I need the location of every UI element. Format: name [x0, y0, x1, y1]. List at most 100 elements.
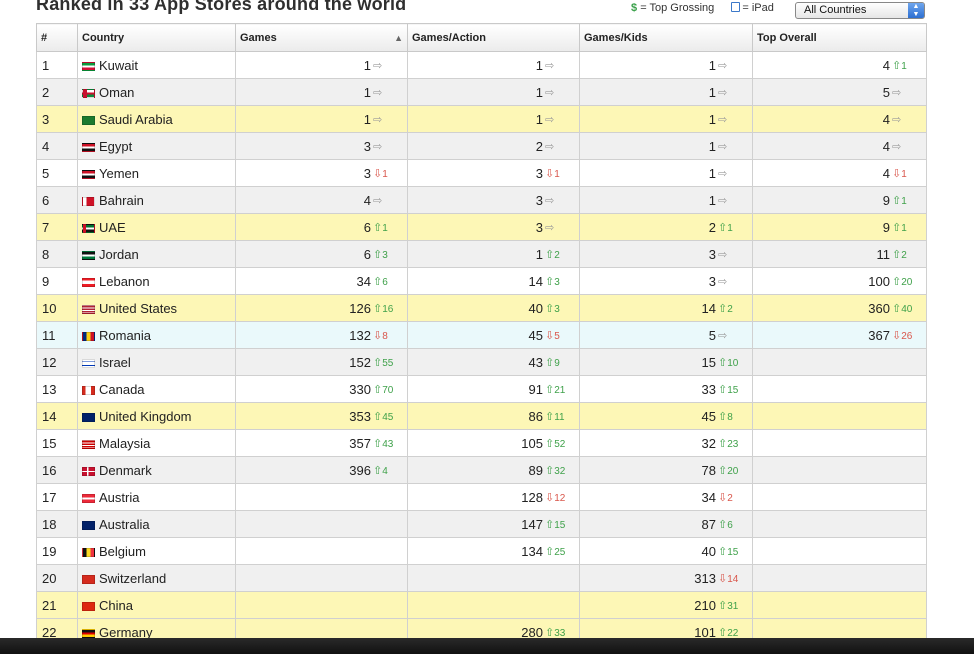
table-row[interactable]: 7 UAE 6 ⇧1 3 ⇨ 2 ⇧1 9 ⇧1 — [36, 213, 927, 241]
column-header-games[interactable]: Games ▲ — [235, 23, 408, 52]
table-row[interactable]: 11 Romania 132 ⇩8 45 ⇩5 5 ⇨ 367 ⇩26 — [36, 321, 927, 349]
table-row[interactable]: 10 United States 126 ⇧16 40 ⇧3 14 ⇧2 360 ⇧40 — [36, 294, 927, 322]
table-row[interactable]: 20 Switzerland 313 ⇩14 — [36, 564, 927, 592]
country-name[interactable]: China — [99, 598, 133, 613]
table-row[interactable]: 14 United Kingdom 353 ⇧45 86 ⇧11 45 ⇧8 — [36, 402, 927, 430]
arrow-down-icon: ⇩ — [892, 167, 902, 180]
games-cell: 3 ⇨ — [235, 132, 408, 160]
table-row[interactable]: 1 Kuwait 1 ⇨ 1 ⇨ 1 ⇨ 4 ⇧1 — [36, 51, 927, 79]
flag-ca-icon — [82, 385, 95, 395]
country-select[interactable]: All Countries ▲ ▼ — [795, 2, 925, 19]
country-name[interactable]: Lebanon — [99, 274, 150, 289]
table-row[interactable]: 17 Austria 128 ⇩12 34 ⇩2 — [36, 483, 927, 511]
country-name[interactable]: Belgium — [99, 544, 146, 559]
games-action-rank-value: 1 — [535, 246, 543, 262]
country-cell: Austria — [77, 483, 236, 511]
games-action-cell: 134 ⇧25 — [407, 537, 580, 565]
column-header-rank[interactable]: # — [36, 23, 78, 52]
rank-change-value: 55 — [382, 357, 394, 369]
rank-change: ⇨ — [892, 140, 920, 153]
games-kids-cell: 210 ⇧31 — [579, 591, 753, 619]
table-row[interactable]: 5 Yemen 3 ⇩1 3 ⇩1 1 ⇨ 4 ⇩1 — [36, 159, 927, 187]
rank-change: ⇨ — [718, 329, 746, 342]
arrow-right-icon: ⇨ — [718, 248, 728, 261]
games-action-rank-value: 105 — [521, 435, 543, 451]
table-row[interactable]: 18 Australia 147 ⇧15 87 ⇧6 — [36, 510, 927, 538]
country-name[interactable]: Oman — [99, 85, 134, 100]
games-action-rank-value: 14 — [528, 273, 543, 289]
rank-change-value: 20 — [901, 276, 913, 288]
row-number: 9 — [36, 267, 78, 295]
rank-change: ⇨ — [545, 86, 573, 99]
country-name[interactable]: Switzerland — [99, 571, 166, 586]
table-row[interactable]: 16 Denmark 396 ⇧4 89 ⇧32 78 ⇧20 — [36, 456, 927, 484]
table-row[interactable]: 9 Lebanon 34 ⇧6 14 ⇧3 3 ⇨ 100 ⇧20 — [36, 267, 927, 295]
table-row[interactable]: 19 Belgium 134 ⇧25 40 ⇧15 — [36, 537, 927, 565]
arrow-up-icon: ⇧ — [718, 221, 728, 234]
table-row[interactable]: 2 Oman 1 ⇨ 1 ⇨ 1 ⇨ 5 ⇨ — [36, 78, 927, 106]
dock-bar — [0, 638, 974, 654]
row-number: 19 — [36, 537, 78, 565]
top-overall-cell — [752, 402, 927, 430]
games-kids-cell: 87 ⇧6 — [579, 510, 753, 538]
country-name[interactable]: Israel — [99, 355, 131, 370]
column-header-country[interactable]: Country — [77, 23, 236, 52]
table-row[interactable]: 4 Egypt 3 ⇨ 2 ⇨ 1 ⇨ 4 ⇨ — [36, 132, 927, 160]
column-header-top-overall[interactable]: Top Overall — [752, 23, 927, 52]
country-name[interactable]: Romania — [99, 328, 151, 343]
arrow-right-icon: ⇨ — [718, 140, 728, 153]
flag-ae-icon — [82, 223, 95, 233]
arrow-right-icon: ⇨ — [718, 86, 728, 99]
rank-change: ⇧1 — [718, 221, 746, 234]
rank-change: ⇧1 — [892, 194, 920, 207]
top-overall-cell — [752, 429, 927, 457]
country-name[interactable]: Australia — [99, 517, 150, 532]
country-name[interactable]: Austria — [99, 490, 139, 505]
column-header-games-kids[interactable]: Games/Kids — [579, 23, 753, 52]
country-name[interactable]: Egypt — [99, 139, 132, 154]
column-header-games-label: Games — [240, 31, 277, 44]
games-action-rank-value: 2 — [535, 138, 543, 154]
country-name[interactable]: Bahrain — [99, 193, 144, 208]
rank-change-value: 25 — [554, 546, 566, 558]
rank-change: ⇨ — [718, 194, 746, 207]
table-row[interactable]: 21 China 210 ⇧31 — [36, 591, 927, 619]
arrow-up-icon: ⇧ — [545, 248, 555, 261]
table-row[interactable]: 3 Saudi Arabia 1 ⇨ 1 ⇨ 1 ⇨ 4 ⇨ — [36, 105, 927, 133]
flag-my-icon — [82, 439, 95, 449]
rank-change: ⇧16 — [373, 302, 401, 315]
country-name[interactable]: Jordan — [99, 247, 139, 262]
top-overall-rank-value: 4 — [882, 111, 890, 127]
games-kids-cell: 2 ⇧1 — [579, 213, 753, 241]
table-row[interactable]: 15 Malaysia 357 ⇧43 105 ⇧52 32 ⇧23 — [36, 429, 927, 457]
country-name[interactable]: Yemen — [99, 166, 139, 181]
table-row[interactable]: 8 Jordan 6 ⇧3 1 ⇧2 3 ⇨ 11 ⇧2 — [36, 240, 927, 268]
column-header-games-action[interactable]: Games/Action — [407, 23, 580, 52]
rank-change-value: 1 — [727, 222, 733, 234]
country-name[interactable]: Malaysia — [99, 436, 150, 451]
flag-be-icon — [82, 547, 95, 557]
rank-change-value: 22 — [727, 627, 739, 639]
country-name[interactable]: Denmark — [99, 463, 152, 478]
table-row[interactable]: 13 Canada 330 ⇧70 91 ⇧21 33 ⇧15 — [36, 375, 927, 403]
games-rank-value: 126 — [349, 300, 371, 316]
country-name[interactable]: UAE — [99, 220, 126, 235]
country-name[interactable]: Saudi Arabia — [99, 112, 173, 127]
rank-change: ⇧15 — [718, 545, 746, 558]
games-action-cell — [407, 564, 580, 592]
country-name[interactable]: Kuwait — [99, 58, 138, 73]
top-overall-cell — [752, 537, 927, 565]
rankings-table: # Country Games ▲ Games/Action Games/Kid… — [36, 23, 927, 646]
rank-change: ⇩2 — [718, 491, 746, 504]
table-row[interactable]: 6 Bahrain 4 ⇨ 3 ⇨ 1 ⇨ 9 ⇧1 — [36, 186, 927, 214]
country-name[interactable]: United Kingdom — [99, 409, 192, 424]
country-name[interactable]: United States — [99, 301, 177, 316]
country-cell: Canada — [77, 375, 236, 403]
arrow-up-icon: ⇧ — [373, 410, 383, 423]
games-kids-cell: 3 ⇨ — [579, 267, 753, 295]
rank-change-value: 45 — [382, 411, 394, 423]
table-row[interactable]: 12 Israel 152 ⇧55 43 ⇧9 15 ⇧10 — [36, 348, 927, 376]
country-name[interactable]: Canada — [99, 382, 145, 397]
rank-change: ⇨ — [718, 248, 746, 261]
games-cell: 4 ⇨ — [235, 186, 408, 214]
